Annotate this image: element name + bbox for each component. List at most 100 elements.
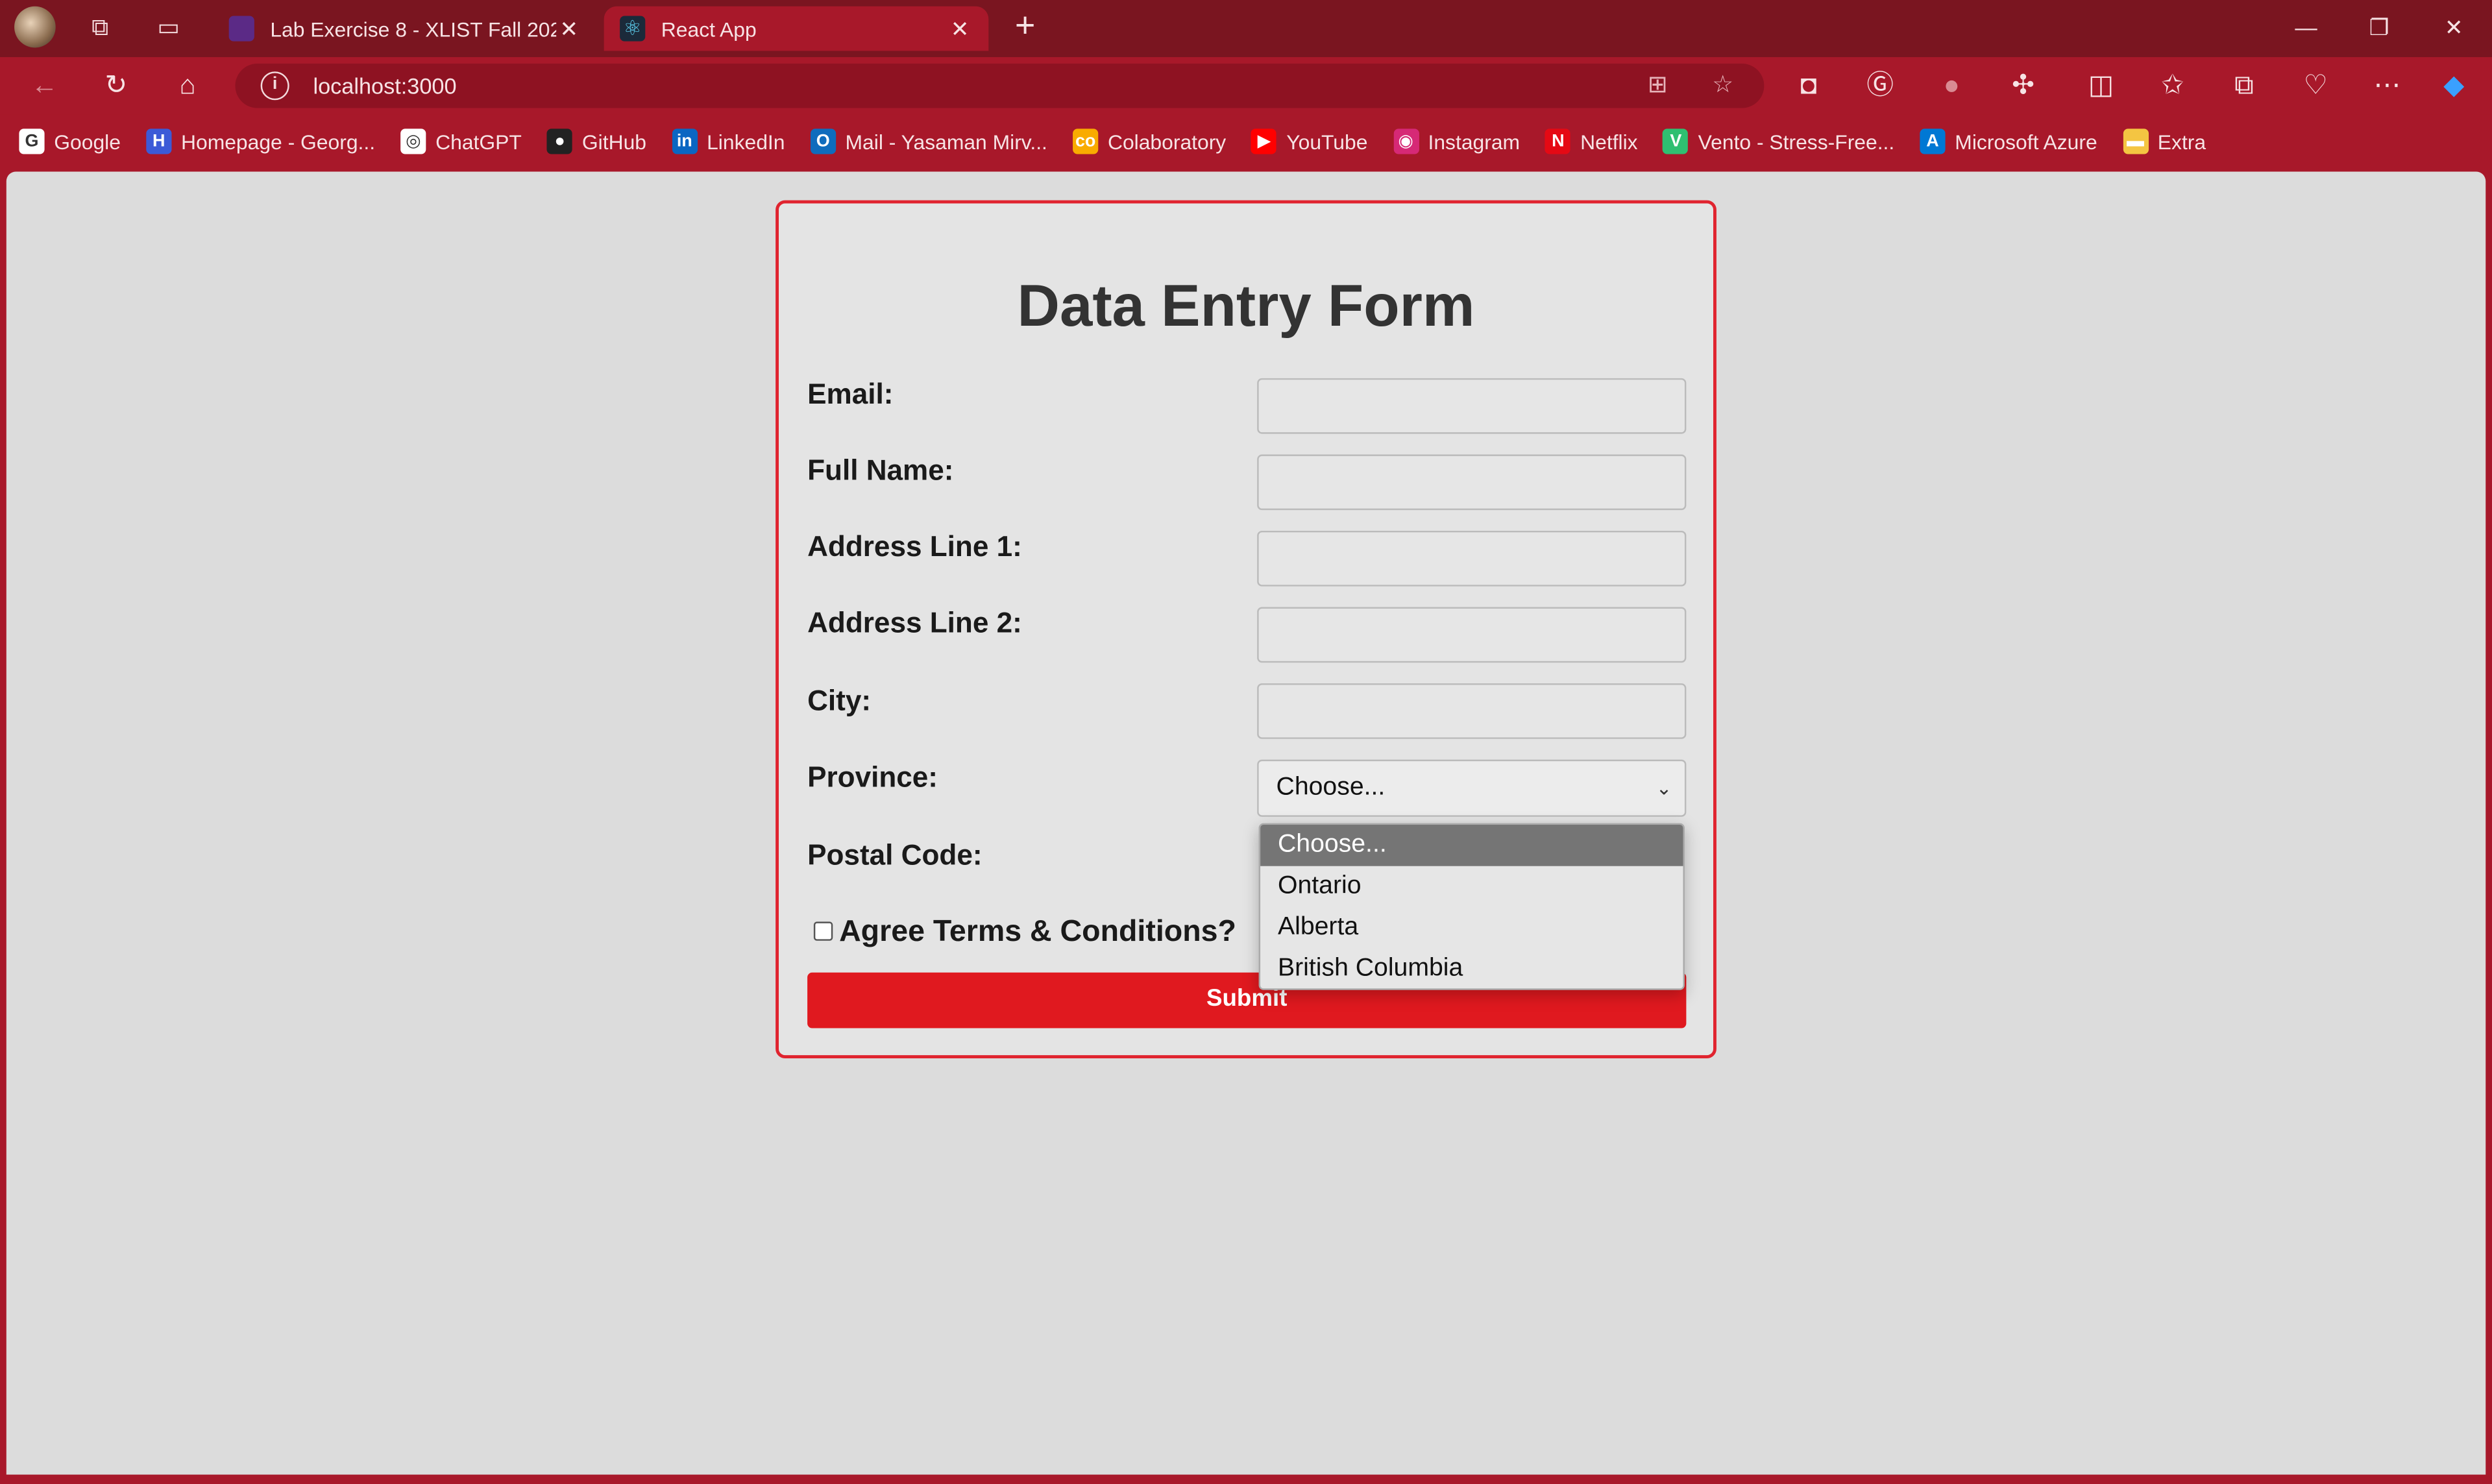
back-icon[interactable]: ← xyxy=(27,68,62,103)
workspaces-icon[interactable]: ⧉ xyxy=(84,13,116,45)
close-window-icon[interactable]: ✕ xyxy=(2435,10,2473,45)
bookmark-icon: ● xyxy=(547,128,573,154)
grammarly-icon[interactable]: Ⓖ xyxy=(1863,68,1898,103)
agree-terms-label[interactable]: Agree Terms & Conditions? xyxy=(839,916,1236,951)
url-text: localhost:3000 xyxy=(313,73,457,99)
bookmark-youtube[interactable]: ▶ YouTube xyxy=(1251,128,1367,154)
bookmark-icon: in xyxy=(672,128,698,154)
email-label: Email: xyxy=(807,378,894,410)
collections-icon[interactable]: ⧉ xyxy=(2227,68,2262,103)
favorites-icon[interactable]: ✩ xyxy=(2155,68,2190,103)
bookmark-instagram[interactable]: ◉ Instagram xyxy=(1393,128,1520,154)
form-title: Data Entry Form xyxy=(1017,273,1475,339)
bookmark-label: Netflix xyxy=(1580,129,1638,154)
bookmark-netflix[interactable]: N Netflix xyxy=(1545,128,1638,154)
bookmark-label: Microsoft Azure xyxy=(1955,129,2097,154)
bookmark-label: Google xyxy=(54,129,121,154)
province-select[interactable]: Choose... ⌄ xyxy=(1257,759,1687,817)
province-option-ontario[interactable]: Ontario xyxy=(1260,866,1683,908)
vertical-tabs-icon[interactable]: ▭ xyxy=(153,13,184,45)
email-field[interactable] xyxy=(1257,378,1687,434)
bookmark-icon: ▬ xyxy=(2122,128,2149,154)
close-icon[interactable]: ✕ xyxy=(556,15,581,42)
tab-title: Lab Exercise 8 - XLIST Fall 2024 C xyxy=(270,16,556,41)
address-line-2-label: Address Line 2: xyxy=(807,607,1022,639)
bookmark-vento-stress-free[interactable]: V Vento - Stress-Free... xyxy=(1663,128,1894,154)
extensions-puzzle-icon[interactable]: ✣ xyxy=(2006,68,2041,103)
bookmark-label: GitHub xyxy=(581,129,647,154)
bookmark-linkedin[interactable]: in LinkedIn xyxy=(672,128,785,154)
tab-favicon-icon xyxy=(228,16,254,42)
site-info-icon[interactable]: i xyxy=(260,71,289,101)
bookmark-icon: ◎ xyxy=(400,128,426,154)
bookmark-microsoft-azure[interactable]: A Microsoft Azure xyxy=(1920,128,2097,154)
province-label: Province: xyxy=(807,761,938,794)
address-bar[interactable]: i localhost:3000 xyxy=(235,63,1765,108)
bookmark-label: Homepage - Georg... xyxy=(180,129,376,154)
bookmark-label: Mail - Yasaman Mirv... xyxy=(845,129,1047,154)
bookmark-icon: A xyxy=(1920,128,1946,154)
browser-essentials-icon[interactable]: ♡ xyxy=(2298,68,2333,103)
window-bottom-edge xyxy=(0,1474,2492,1484)
minimize-icon[interactable]: — xyxy=(2287,10,2325,45)
agree-terms-checkbox[interactable] xyxy=(813,921,833,941)
address-line-1-field[interactable] xyxy=(1257,530,1687,587)
new-tab-icon[interactable]: + xyxy=(1008,7,1043,45)
favorite-star-icon[interactable]: ☆ xyxy=(1707,70,1739,102)
home-icon[interactable]: ⌂ xyxy=(170,68,205,103)
address-line-2-field[interactable] xyxy=(1257,607,1687,663)
bookmark-icon: co xyxy=(1073,128,1099,154)
bookmark-mail-yasaman-mirv[interactable]: O Mail - Yasaman Mirv... xyxy=(810,128,1047,154)
pocket-icon[interactable]: ◘ xyxy=(1791,68,1826,103)
chevron-down-icon: ⌄ xyxy=(1655,777,1672,799)
bookmark-icon: N xyxy=(1545,128,1571,154)
bookmark-icon: H xyxy=(146,128,172,154)
navigation-bar: ← ↻ ⌂ i localhost:3000 ⊞ ☆ ◘ Ⓖ ● ✣ ◫ ✩ ⧉… xyxy=(0,57,2492,115)
bookmark-github[interactable]: ● GitHub xyxy=(547,128,646,154)
bookmark-google[interactable]: G Google xyxy=(19,128,121,154)
province-option-british-columbia[interactable]: British Columbia xyxy=(1260,949,1683,988)
bookmark-label: Colaboratory xyxy=(1107,129,1227,154)
tab-lab-exercise[interactable]: Lab Exercise 8 - XLIST Fall 2024 C ✕ xyxy=(213,6,598,51)
bookmark-label: Instagram xyxy=(1428,129,1521,154)
full-name-label: Full Name: xyxy=(807,454,954,487)
bookmark-colaboratory[interactable]: co Colaboratory xyxy=(1073,128,1226,154)
address-line-1-label: Address Line 1: xyxy=(807,530,1022,563)
restore-icon[interactable]: ❐ xyxy=(2360,10,2399,45)
city-label: City: xyxy=(807,685,872,717)
province-dropdown-list: Choose... Ontario Alberta British Columb… xyxy=(1258,823,1685,990)
profile-avatar[interactable] xyxy=(14,6,56,48)
bookmark-label: Extra xyxy=(2157,129,2206,154)
postal-code-label: Postal Code: xyxy=(807,839,983,871)
copilot-icon[interactable]: ◆ xyxy=(2436,68,2471,103)
bookmark-chatgpt[interactable]: ◎ ChatGPT xyxy=(400,128,522,154)
bookmark-homepage-georg[interactable]: H Homepage - Georg... xyxy=(146,128,375,154)
apps-icon[interactable]: ⊞ xyxy=(1642,70,1674,102)
browser-window: ⧉ ▭ Lab Exercise 8 - XLIST Fall 2024 C ✕… xyxy=(0,0,2492,1484)
tab-react-app[interactable]: ⚛ React App ✕ xyxy=(604,6,989,51)
full-name-field[interactable] xyxy=(1257,454,1687,511)
close-icon[interactable]: ✕ xyxy=(947,15,973,42)
tab-title: React App xyxy=(661,16,757,41)
city-field[interactable] xyxy=(1257,683,1687,739)
bookmark-icon: ▶ xyxy=(1251,128,1277,154)
react-icon: ⚛ xyxy=(620,16,646,42)
refresh-icon[interactable]: ↻ xyxy=(99,68,134,103)
extension-icon[interactable]: ● xyxy=(1934,68,1969,103)
bookmark-icon: G xyxy=(19,128,45,154)
province-option-alberta[interactable]: Alberta xyxy=(1260,907,1683,949)
bookmark-label: LinkedIn xyxy=(707,129,785,154)
bookmark-icon: O xyxy=(810,128,836,154)
bookmark-label: Vento - Stress-Free... xyxy=(1698,129,1895,154)
more-menu-icon[interactable]: ⋯ xyxy=(2369,68,2404,103)
province-option-choose[interactable]: Choose... xyxy=(1260,825,1683,866)
bookmark-icon: V xyxy=(1663,128,1689,154)
bookmarks-bar: G Google H Homepage - Georg... ◎ ChatGPT ● GitH… xyxy=(0,114,2492,169)
split-screen-icon[interactable]: ◫ xyxy=(2084,68,2119,103)
bookmark-icon: ◉ xyxy=(1393,128,1419,154)
province-select-value: Choose... xyxy=(1276,773,1386,801)
bookmark-label: ChatGPT xyxy=(435,129,522,154)
bookmark-extra[interactable]: ▬ Extra xyxy=(2122,128,2206,154)
page-viewport: Data Entry Form Email: Full Name: Addres… xyxy=(6,171,2486,1475)
bookmark-label: YouTube xyxy=(1286,129,1368,154)
